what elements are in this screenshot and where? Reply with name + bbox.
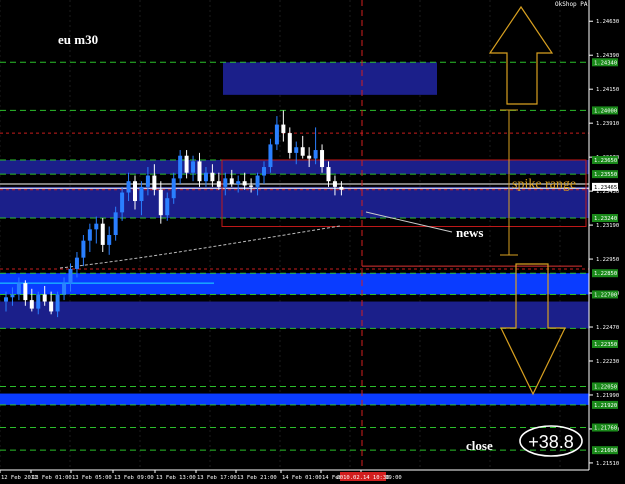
candle-body [36, 294, 41, 309]
price-zone [0, 159, 589, 175]
candle-body [94, 223, 99, 230]
price-tick-label: 1.22230 [596, 359, 619, 365]
candle-body [262, 167, 266, 176]
candle-body [255, 175, 260, 187]
time-tick-label: 13 Feb 21:00 [237, 475, 277, 481]
candle-body [236, 181, 241, 185]
time-tick-label: 13 Feb 09:00 [114, 475, 154, 481]
candle-body [139, 186, 144, 202]
price-level-tag-label: 1.21600 [594, 448, 617, 454]
price-zone [0, 273, 589, 295]
candle-body [62, 283, 67, 295]
candle-body [268, 144, 273, 168]
symbol-label: eu m30 [58, 32, 98, 47]
price-tick-label: 1.23190 [596, 223, 619, 229]
candle-body [113, 212, 118, 235]
price-level-tag-label: 1.22700 [594, 292, 617, 298]
candle-body [16, 283, 21, 295]
candle-body [158, 189, 163, 216]
close-value: +38.8 [528, 432, 574, 452]
candle-body [10, 294, 15, 298]
candle-body [126, 181, 131, 193]
candle-body [300, 147, 305, 156]
time-tick-label: 14 Feb 01:00 [282, 475, 322, 481]
time-highlight-label: 2010.02.14 10:30 [337, 475, 390, 481]
candle-body [191, 161, 196, 173]
candle-body [74, 257, 79, 269]
candle-body [281, 124, 286, 134]
candle-body [55, 294, 60, 312]
time-tick-label: 13 Feb 17:00 [197, 475, 237, 481]
candle-body [223, 178, 228, 187]
price-zone [0, 186, 589, 219]
news-label: news [456, 225, 483, 240]
candle-body [145, 175, 150, 187]
time-tick-label: 13 Feb 13:00 [156, 475, 196, 481]
price-tick-label: 1.21990 [596, 393, 619, 399]
price-level-tag-label: 1.22850 [594, 271, 617, 277]
candle-body [68, 268, 73, 284]
candle-body [249, 185, 254, 187]
candle-body [87, 229, 92, 241]
time-tick-label: 13 Feb 01:00 [32, 475, 72, 481]
candle-body [107, 235, 112, 245]
price-level-tag-label: 1.23550 [594, 172, 617, 178]
candle-body [313, 150, 318, 159]
price-tick-label: 1.22950 [596, 257, 619, 263]
candle-body [197, 161, 202, 182]
candle-body [178, 155, 183, 179]
candle-body [81, 240, 86, 258]
time-tick-label: 13 Feb 05:00 [72, 475, 112, 481]
price-level-tag-label: 1.23240 [594, 216, 617, 222]
candle-body [320, 150, 325, 168]
price-level-tag-label: 1.24000 [594, 108, 617, 114]
price-chart[interactable]: eu m30 spike range news close +38.8 OkSh… [0, 0, 625, 484]
price-level-tag-label: 1.22050 [594, 384, 617, 390]
price-zone [223, 62, 437, 95]
candle-body [229, 178, 234, 185]
candle-body [100, 223, 105, 245]
price-level-tag-label: 1.21920 [594, 403, 617, 409]
price-level-tag-label: 1.21760 [594, 426, 617, 432]
candle-body [332, 181, 337, 187]
candle-body [184, 155, 189, 173]
candle-body [165, 198, 170, 216]
candle-body [203, 172, 208, 182]
price-level-tag-label: 1.23465 [594, 185, 617, 191]
candle-body [4, 297, 8, 302]
candle-body [171, 178, 176, 199]
price-tick-label: 1.24150 [596, 87, 619, 93]
candle-body [152, 175, 157, 190]
candle-body [133, 181, 137, 202]
broker-label: OkShop PA [555, 1, 588, 8]
price-level-tag-label: 1.24340 [594, 60, 617, 66]
spike-range-label: spike range [512, 177, 576, 192]
candle-body [210, 172, 215, 182]
price-zone [0, 301, 589, 329]
candle-body [49, 301, 54, 312]
price-tick-label: 1.21510 [596, 461, 619, 467]
candle-body [29, 300, 34, 309]
candle-body [42, 294, 47, 302]
candle-body [120, 192, 125, 213]
price-tick-label: 1.23910 [596, 121, 619, 127]
close-label: close [466, 438, 493, 453]
price-tick-label: 1.24630 [596, 19, 619, 25]
candle-body [242, 181, 247, 186]
candle-body [216, 181, 221, 187]
candle-body [339, 186, 344, 190]
price-tick-label: 1.22470 [596, 325, 619, 331]
price-zone [0, 393, 589, 405]
candle-body [294, 147, 299, 153]
price-level-tag-label: 1.22350 [594, 342, 617, 348]
price-level-tag-label: 1.23650 [594, 158, 617, 164]
candle-body [307, 155, 312, 159]
candle-body [23, 283, 28, 301]
candle-body [326, 167, 331, 182]
candle-body [274, 124, 279, 145]
candle-body [287, 133, 292, 153]
